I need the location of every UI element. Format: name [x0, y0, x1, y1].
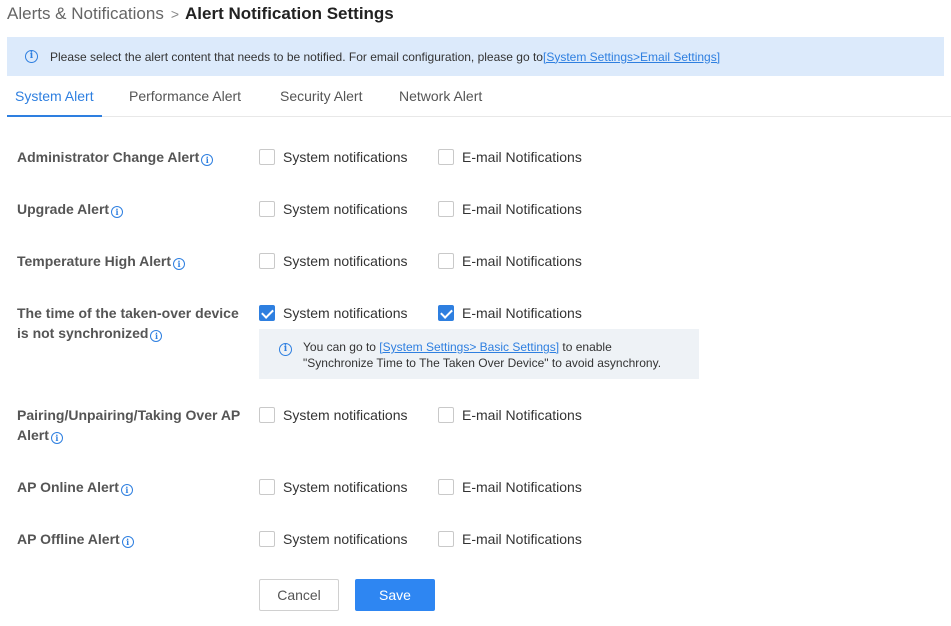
email-notification-checkbox[interactable]: E-mail Notifications: [438, 529, 582, 549]
info-banner-text: Please select the alert content that nee…: [50, 49, 543, 64]
sync-hint-box: i You can go to [System Settings> Basic …: [259, 329, 699, 379]
info-icon[interactable]: i: [201, 154, 214, 166]
alert-label: AP Offline Alert i: [17, 529, 257, 549]
email-notification-checkbox[interactable]: E-mail Notifications: [438, 251, 582, 271]
email-notification-label: E-mail Notifications: [462, 407, 582, 423]
system-notification-checkbox[interactable]: System notifications: [259, 147, 408, 167]
breadcrumb-parent-link[interactable]: Alerts & Notifications: [7, 4, 164, 24]
checkbox-unchecked-icon[interactable]: [438, 479, 454, 495]
email-notification-checkbox[interactable]: E-mail Notifications: [438, 477, 582, 497]
system-notification-checkbox[interactable]: System notifications: [259, 199, 408, 219]
chevron-right-icon: >: [170, 6, 180, 22]
email-notification-checkbox[interactable]: E-mail Notifications: [438, 303, 582, 323]
alert-tabs: System Alert Performance Alert Security …: [7, 76, 951, 117]
alert-label: Upgrade Alert i: [17, 199, 257, 219]
system-notification-checkbox[interactable]: System notifications: [259, 477, 408, 497]
email-notification-label: E-mail Notifications: [462, 149, 582, 165]
breadcrumb: Alerts & Notifications > Alert Notificat…: [7, 3, 394, 25]
system-notification-label: System notifications: [283, 407, 408, 423]
info-banner: i Please select the alert content that n…: [7, 37, 944, 76]
email-notification-label: E-mail Notifications: [462, 253, 582, 269]
tab-security-alert[interactable]: Security Alert: [272, 76, 370, 116]
checkbox-unchecked-icon[interactable]: [438, 253, 454, 269]
checkbox-unchecked-icon[interactable]: [259, 201, 275, 217]
checkbox-unchecked-icon[interactable]: [259, 253, 275, 269]
info-icon[interactable]: i: [120, 484, 133, 496]
email-notification-checkbox[interactable]: E-mail Notifications: [438, 405, 582, 425]
tab-performance-alert[interactable]: Performance Alert: [121, 76, 249, 116]
checkbox-unchecked-icon[interactable]: [259, 531, 275, 547]
checkbox-checked-icon[interactable]: [259, 305, 275, 321]
checkbox-unchecked-icon[interactable]: [259, 149, 275, 165]
alert-label: Pairing/Unpairing/Taking Over AP Alert i: [17, 407, 241, 444]
info-icon[interactable]: i: [173, 258, 186, 270]
email-notification-checkbox[interactable]: E-mail Notifications: [438, 199, 582, 219]
email-notification-label: E-mail Notifications: [462, 305, 582, 321]
system-notification-checkbox[interactable]: System notifications: [259, 529, 408, 549]
email-notification-label: E-mail Notifications: [462, 201, 582, 217]
info-icon: i: [279, 343, 292, 356]
system-notification-label: System notifications: [283, 201, 408, 217]
system-notification-checkbox[interactable]: System notifications: [259, 251, 408, 271]
info-icon[interactable]: i: [150, 330, 163, 342]
email-notification-checkbox[interactable]: E-mail Notifications: [438, 147, 582, 167]
checkbox-unchecked-icon[interactable]: [438, 407, 454, 423]
tab-network-alert[interactable]: Network Alert: [391, 76, 490, 116]
info-icon: i: [25, 50, 38, 63]
email-notification-label: E-mail Notifications: [462, 479, 582, 495]
info-icon[interactable]: i: [111, 206, 124, 218]
checkbox-checked-icon[interactable]: [438, 305, 454, 321]
checkbox-unchecked-icon[interactable]: [438, 201, 454, 217]
basic-settings-link[interactable]: [System Settings> Basic Settings]: [379, 340, 559, 354]
checkbox-unchecked-icon[interactable]: [438, 531, 454, 547]
alert-label: Administrator Change Alert i: [17, 147, 257, 167]
tab-system-alert[interactable]: System Alert: [7, 76, 102, 117]
alert-label: The time of the taken-over device is not …: [17, 305, 239, 342]
save-button[interactable]: Save: [355, 579, 435, 611]
system-notification-label: System notifications: [283, 149, 408, 165]
checkbox-unchecked-icon[interactable]: [259, 407, 275, 423]
email-notification-label: E-mail Notifications: [462, 531, 582, 547]
system-notification-label: System notifications: [283, 531, 408, 547]
system-notification-checkbox[interactable]: System notifications: [259, 303, 408, 323]
alert-label: AP Online Alert i: [17, 477, 257, 497]
sync-hint-text: You can go to [System Settings> Basic Se…: [303, 340, 662, 370]
system-notification-label: System notifications: [283, 253, 408, 269]
checkbox-unchecked-icon[interactable]: [259, 479, 275, 495]
email-settings-link[interactable]: [System Settings>Email Settings]: [543, 50, 720, 64]
system-notification-checkbox[interactable]: System notifications: [259, 405, 408, 425]
info-icon[interactable]: i: [50, 432, 63, 444]
alert-label: Temperature High Alert i: [17, 251, 257, 271]
system-notification-label: System notifications: [283, 479, 408, 495]
system-notification-label: System notifications: [283, 305, 408, 321]
checkbox-unchecked-icon[interactable]: [438, 149, 454, 165]
cancel-button[interactable]: Cancel: [259, 579, 339, 611]
page-title: Alert Notification Settings: [185, 4, 394, 23]
info-icon[interactable]: i: [121, 536, 134, 548]
